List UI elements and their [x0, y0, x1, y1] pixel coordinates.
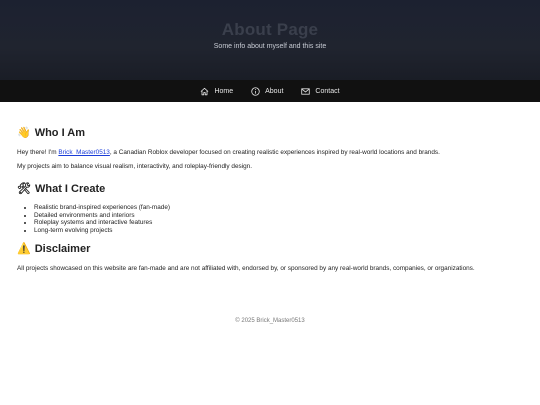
- disclaimer-text: All projects showcased on this website a…: [17, 265, 475, 272]
- disclaimer-section: ⚠️ Disclaimer All projects showcased on …: [17, 242, 527, 273]
- intro-paragraph: Hey there! I'm Brick_Master0513, a Canad…: [17, 148, 527, 157]
- info-icon: [251, 86, 260, 96]
- nav-item-contact[interactable]: Contact: [301, 87, 340, 96]
- create-section: 🛠 What I Create Realistic brand-inspired…: [17, 182, 527, 234]
- waving-hand-icon: 👋: [17, 127, 31, 139]
- heading-text: What I Create: [34, 183, 106, 195]
- home-icon: [200, 87, 209, 96]
- tools-icon: 🛠: [17, 183, 31, 195]
- intro-text: Hey there! I'm: [17, 149, 59, 156]
- nav-item-label: About: [265, 87, 284, 95]
- heading-text: Who I Am: [34, 127, 86, 139]
- intro-text-continued: , a Canadian Roblox developer focused on…: [109, 149, 440, 156]
- author-link[interactable]: Brick_Master0513: [58, 149, 110, 156]
- heading-text: Disclaimer: [34, 243, 91, 255]
- nav-item-about[interactable]: About: [251, 86, 284, 96]
- projects-paragraph: My projects aim to balance visual realis…: [17, 163, 253, 170]
- main-nav: Home About Contact: [0, 80, 540, 102]
- warning-icon: ⚠️: [17, 243, 31, 255]
- page-title: About Page: [221, 20, 319, 39]
- page-subtitle: Some info about myself and this site: [213, 43, 327, 50]
- footer: © 2025 Brick_Master0513: [235, 318, 305, 324]
- section-heading-create: 🛠 What I Create: [17, 182, 527, 196]
- list-item: Realistic brand-inspired experiences (fa…: [34, 204, 527, 212]
- section-heading-who: 👋 Who I Am: [17, 126, 527, 140]
- nav-item-home[interactable]: Home: [200, 87, 233, 96]
- hero-header: About Page Some info about myself and th…: [0, 0, 540, 80]
- mail-icon: [301, 87, 311, 96]
- list-item: Detailed environments and interiors: [34, 212, 527, 220]
- nav-item-label: Home: [214, 87, 234, 95]
- main-content: 👋 Who I Am Hey there! I'm Brick_Master05…: [17, 126, 527, 273]
- list-item: Roleplay systems and interactive feature…: [34, 219, 527, 227]
- create-list: Realistic brand-inspired experiences (fa…: [17, 204, 527, 234]
- list-item: Long-term evolving projects: [34, 227, 527, 235]
- section-heading-disclaimer: ⚠️ Disclaimer: [17, 242, 527, 256]
- nav-item-label: Contact: [315, 87, 340, 95]
- who-section: 👋 Who I Am Hey there! I'm Brick_Master05…: [17, 126, 527, 171]
